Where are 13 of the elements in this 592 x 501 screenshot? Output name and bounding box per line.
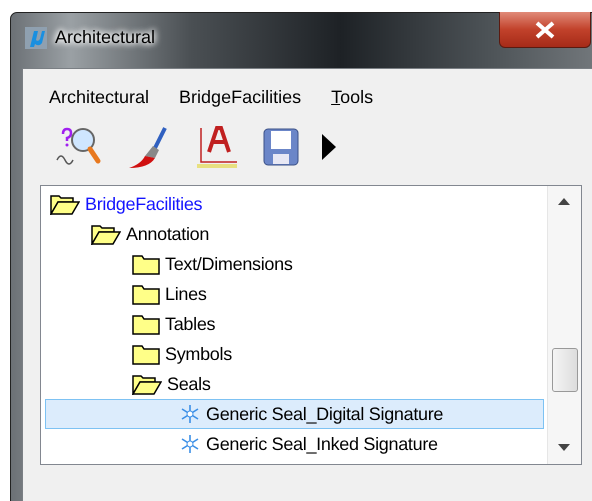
menu-item[interactable]: BridgeFacilities [179,87,302,117]
window-title: Architectural [55,27,156,48]
tree-item[interactable]: Annotation [45,219,544,249]
tree-item[interactable]: Seals [45,369,544,399]
tree-item[interactable]: Tables [45,309,544,339]
tree-item[interactable]: Generic Seal_Inked Signature [45,429,544,459]
menu-item[interactable]: Architectural [49,87,150,117]
tree-item[interactable]: Lines [45,279,544,309]
tree-item[interactable]: BridgeFacilities [45,189,544,219]
tree-item[interactable]: Symbols [45,339,544,369]
tree-item[interactable]: Text/Dimensions [45,249,544,279]
tree-item[interactable]: Generic Seal_Digital Signature [45,399,544,429]
menu-item[interactable]: Tools [331,87,374,117]
